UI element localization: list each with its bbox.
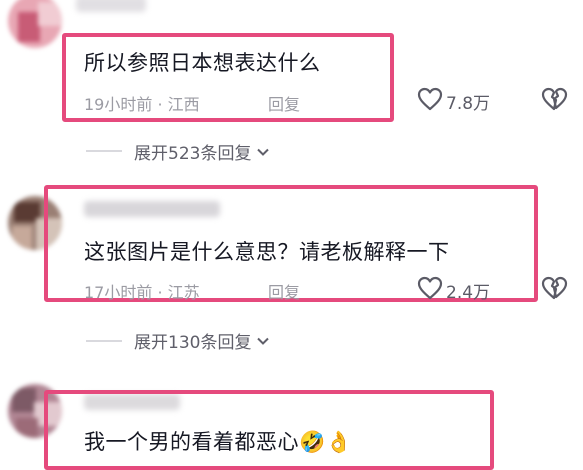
reply-button[interactable]: 回复 — [268, 279, 300, 303]
comment-text: 我一个男的看着都恶心🤣👌 — [84, 430, 353, 454]
comment-time: 17小时前 — [84, 283, 153, 302]
heart-icon[interactable] — [417, 87, 443, 111]
comment-location: 江西 — [167, 95, 200, 114]
comment-text: 这张图片是什么意思？请老板解释一下 — [84, 240, 450, 264]
meta-separator: · — [152, 283, 168, 302]
divider — [86, 150, 122, 152]
comment-text: 所以参照日本想表达什么 — [84, 51, 321, 75]
comment-location: 江苏 — [167, 283, 200, 302]
chevron-down-icon — [255, 333, 271, 349]
meta-separator: · — [152, 95, 168, 114]
like-count: 2.4万 — [446, 283, 491, 303]
comment-meta: 19小时前 · 江西 — [84, 91, 200, 115]
expand-replies-button[interactable]: 展开130条回复 — [134, 328, 271, 353]
expand-replies-label: 展开130条回复 — [134, 333, 252, 353]
comment-time: 19小时前 — [84, 95, 153, 114]
like-count: 7.8万 — [446, 94, 491, 114]
expand-replies-label: 展开523条回复 — [134, 144, 252, 164]
dislike-heart-icon[interactable] — [541, 276, 569, 300]
reply-button[interactable]: 回复 — [268, 91, 300, 115]
dislike-heart-icon[interactable] — [541, 87, 569, 111]
expand-replies-button[interactable]: 展开523条回复 — [134, 139, 271, 164]
comment-meta: 17小时前 · 江苏 — [84, 279, 200, 303]
chevron-down-icon — [255, 144, 271, 160]
username-blurred[interactable] — [76, 0, 146, 12]
avatar[interactable] — [8, 0, 62, 48]
divider — [86, 340, 122, 342]
heart-icon[interactable] — [417, 276, 443, 300]
